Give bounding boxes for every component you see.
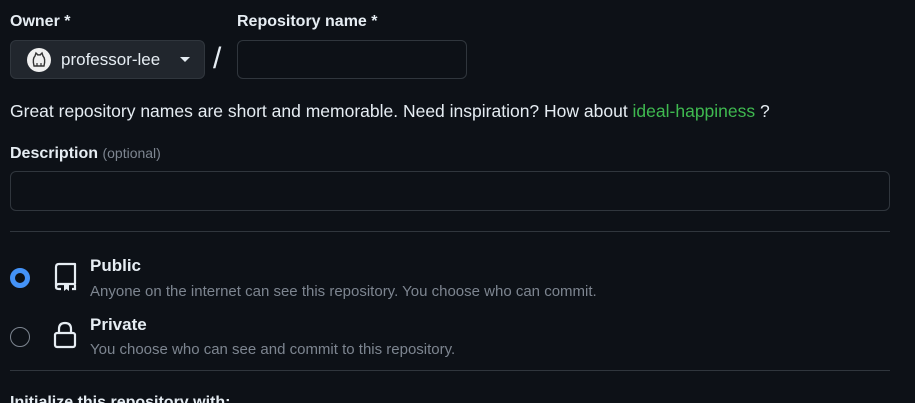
avatar	[27, 47, 51, 72]
repository-name-input[interactable]	[237, 40, 467, 79]
hint-text: Great repository names are short and mem…	[10, 101, 633, 121]
private-option-title: Private	[90, 315, 147, 334]
private-radio[interactable]	[10, 327, 30, 347]
owner-repo-separator: /	[213, 42, 222, 75]
description-label-text: Description	[10, 145, 99, 162]
divider	[10, 231, 890, 232]
initialize-repository-label: Initialize this repository with:	[10, 394, 231, 403]
repository-name-hint: Great repository names are short and mem…	[10, 101, 770, 122]
divider	[10, 370, 890, 371]
description-label: Description (optional)	[10, 145, 161, 163]
description-input[interactable]	[10, 171, 890, 211]
owner-label: Owner *	[10, 13, 71, 30]
public-option-title: Public	[90, 256, 142, 275]
public-radio[interactable]	[10, 268, 30, 288]
hint-suffix: ?	[755, 101, 770, 121]
caret-down-icon	[180, 57, 190, 62]
octocat-avatar-icon	[32, 51, 46, 67]
owner-dropdown[interactable]: professor-lee	[10, 40, 205, 79]
private-option-description: You choose who can see and commit to thi…	[90, 341, 456, 358]
optional-hint: (optional)	[102, 145, 161, 161]
repository-name-label: Repository name *	[237, 13, 378, 30]
lock-icon	[52, 320, 78, 355]
repo-icon	[52, 261, 78, 296]
public-option-description: Anyone on the internet can see this repo…	[90, 283, 597, 300]
owner-name: professor-lee	[61, 49, 161, 69]
new-repository-form: Owner * Repository name * professor-lee …	[0, 0, 915, 403]
name-suggestion-link[interactable]: ideal-happiness	[633, 101, 756, 121]
